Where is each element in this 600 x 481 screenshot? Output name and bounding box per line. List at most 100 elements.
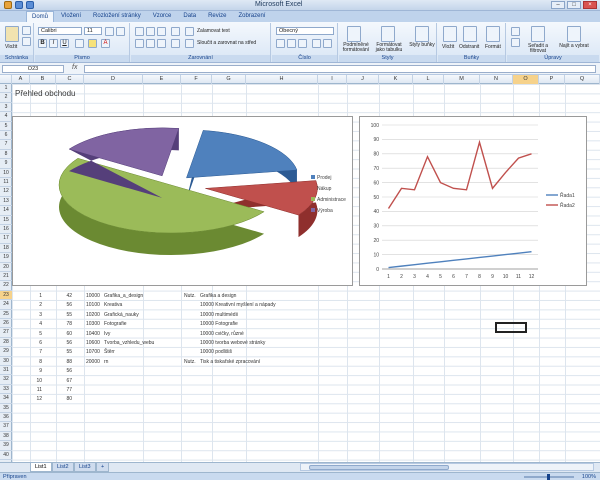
row-header[interactable]: 30 (0, 357, 12, 366)
format-cells-label[interactable]: Formát (485, 44, 501, 50)
table-cell-code[interactable]: 10000 (86, 293, 100, 299)
column-header[interactable]: F (181, 75, 212, 84)
align-top-icon[interactable] (135, 27, 144, 36)
table-cell-value[interactable]: 42 (56, 293, 72, 299)
table-cell-index[interactable]: 6 (30, 340, 42, 346)
row-header[interactable]: 37 (0, 422, 12, 432)
office-button-icon[interactable] (4, 1, 12, 9)
row-header[interactable]: 17 (0, 234, 12, 244)
font-name-combo[interactable]: Calibri (38, 27, 82, 35)
insert-cells-label[interactable]: Vložit (442, 44, 454, 50)
table-cell-index[interactable]: 1 (30, 293, 42, 299)
sheet-tab-3[interactable]: List3 (74, 463, 96, 472)
table-cell-index[interactable]: 8 (30, 359, 42, 365)
table-cell-value[interactable]: 78 (56, 321, 72, 327)
shrink-font-icon[interactable] (116, 27, 125, 36)
row-header[interactable]: 21 (0, 272, 12, 282)
row-header[interactable]: 36 (0, 413, 12, 423)
autosum-icon[interactable] (511, 27, 520, 36)
font-color-icon[interactable]: A (101, 39, 110, 48)
table-cell-index[interactable]: 2 (30, 302, 42, 308)
row-header[interactable]: 35 (0, 404, 12, 413)
align-right-icon[interactable] (157, 39, 166, 48)
series-line-1[interactable] (388, 251, 532, 269)
table-cell-code[interactable]: 20000 (86, 359, 100, 365)
currency-icon[interactable] (276, 39, 285, 48)
row-header[interactable]: 15 (0, 216, 12, 225)
formula-input[interactable] (84, 65, 596, 73)
horizontal-scrollbar[interactable] (300, 463, 594, 471)
insert-cells-icon[interactable] (443, 26, 457, 42)
table-cell-name[interactable]: Štěrr (104, 349, 115, 355)
cell-styles-icon[interactable] (415, 26, 429, 42)
fill-icon[interactable] (511, 38, 520, 47)
row-header[interactable]: 24 (0, 300, 12, 310)
fill-color-icon[interactable] (88, 39, 97, 48)
table-cell-description[interactable]: 10000 tvorba webové stránky (200, 340, 265, 346)
underline-icon[interactable]: U (60, 39, 69, 48)
align-center-icon[interactable] (146, 39, 155, 48)
decrease-decimal-icon[interactable] (323, 39, 332, 48)
scroll-thumb[interactable] (309, 465, 449, 470)
table-cell-value[interactable]: 60 (56, 331, 72, 337)
grow-font-icon[interactable] (105, 27, 114, 36)
borders-icon[interactable] (75, 39, 84, 48)
table-cell-value[interactable]: 56 (56, 340, 72, 346)
row-header[interactable]: 19 (0, 253, 12, 263)
table-cell-index[interactable]: 3 (30, 312, 42, 318)
tab-home[interactable]: Domů (26, 11, 55, 22)
table-cell-index[interactable]: 12 (30, 396, 42, 402)
row-header[interactable]: 16 (0, 225, 12, 235)
delete-cells-label[interactable]: Odstranit (459, 44, 479, 50)
tab-page-layout[interactable]: Rozložení stránky (88, 11, 146, 22)
row-header[interactable]: 40 (0, 451, 12, 460)
row-header[interactable]: 28 (0, 338, 12, 348)
row-header[interactable]: 22 (0, 281, 12, 291)
column-header[interactable]: L (413, 75, 444, 84)
row-header[interactable]: 4 (0, 112, 12, 122)
row-header[interactable]: 31 (0, 366, 12, 376)
pie-chart[interactable]: Prodej Nákup Administrace Výroba (12, 116, 353, 286)
sheet-tab-2[interactable]: List2 (52, 463, 74, 472)
align-middle-icon[interactable] (146, 27, 155, 36)
table-cell-description[interactable]: 10000 Fotografie (200, 321, 238, 327)
table-cell-description[interactable]: Tisk a tiskařské zpracování (200, 359, 260, 365)
row-header[interactable]: 27 (0, 328, 12, 338)
row-header[interactable]: 29 (0, 347, 12, 357)
row-header[interactable]: 2 (0, 93, 12, 103)
delete-cells-icon[interactable] (463, 26, 477, 42)
comma-icon[interactable] (298, 39, 307, 48)
table-cell-flag[interactable]: Nutz. (184, 293, 196, 299)
tab-formulas[interactable]: Vzorce (148, 11, 177, 22)
increase-decimal-icon[interactable] (312, 39, 321, 48)
name-box[interactable]: O23 (2, 65, 64, 73)
format-as-table-label[interactable]: Formátovat jako tabulku (373, 43, 405, 53)
row-header[interactable]: 14 (0, 206, 12, 216)
column-header[interactable]: O (513, 75, 539, 84)
table-cell-code[interactable]: 10600 (86, 340, 100, 346)
active-cell[interactable] (495, 322, 527, 333)
table-cell-value[interactable]: 77 (56, 387, 72, 393)
save-icon[interactable] (15, 1, 23, 9)
row-header[interactable]: 38 (0, 432, 12, 442)
table-cell-index[interactable]: 5 (30, 331, 42, 337)
paste-icon[interactable] (5, 26, 19, 42)
fx-icon[interactable]: fx (72, 64, 77, 71)
align-bottom-icon[interactable] (157, 27, 166, 36)
row-header[interactable]: 26 (0, 319, 12, 329)
row-header[interactable]: 5 (0, 122, 12, 131)
table-cell-value[interactable]: 67 (56, 378, 72, 384)
row-header[interactable]: 6 (0, 131, 12, 141)
table-cell-code[interactable]: 10300 (86, 321, 100, 327)
tab-data[interactable]: Data (178, 11, 201, 22)
table-cell-value[interactable]: 56 (56, 302, 72, 308)
column-header[interactable]: I (318, 75, 347, 84)
percent-icon[interactable] (287, 39, 296, 48)
row-header[interactable]: 7 (0, 140, 12, 150)
row-header[interactable]: 20 (0, 263, 12, 272)
column-header[interactable]: C (56, 75, 84, 84)
close-button[interactable]: × (583, 1, 597, 9)
conditional-format-icon[interactable] (347, 26, 361, 42)
series-line-2[interactable] (387, 139, 532, 209)
column-header[interactable]: A (12, 75, 30, 84)
